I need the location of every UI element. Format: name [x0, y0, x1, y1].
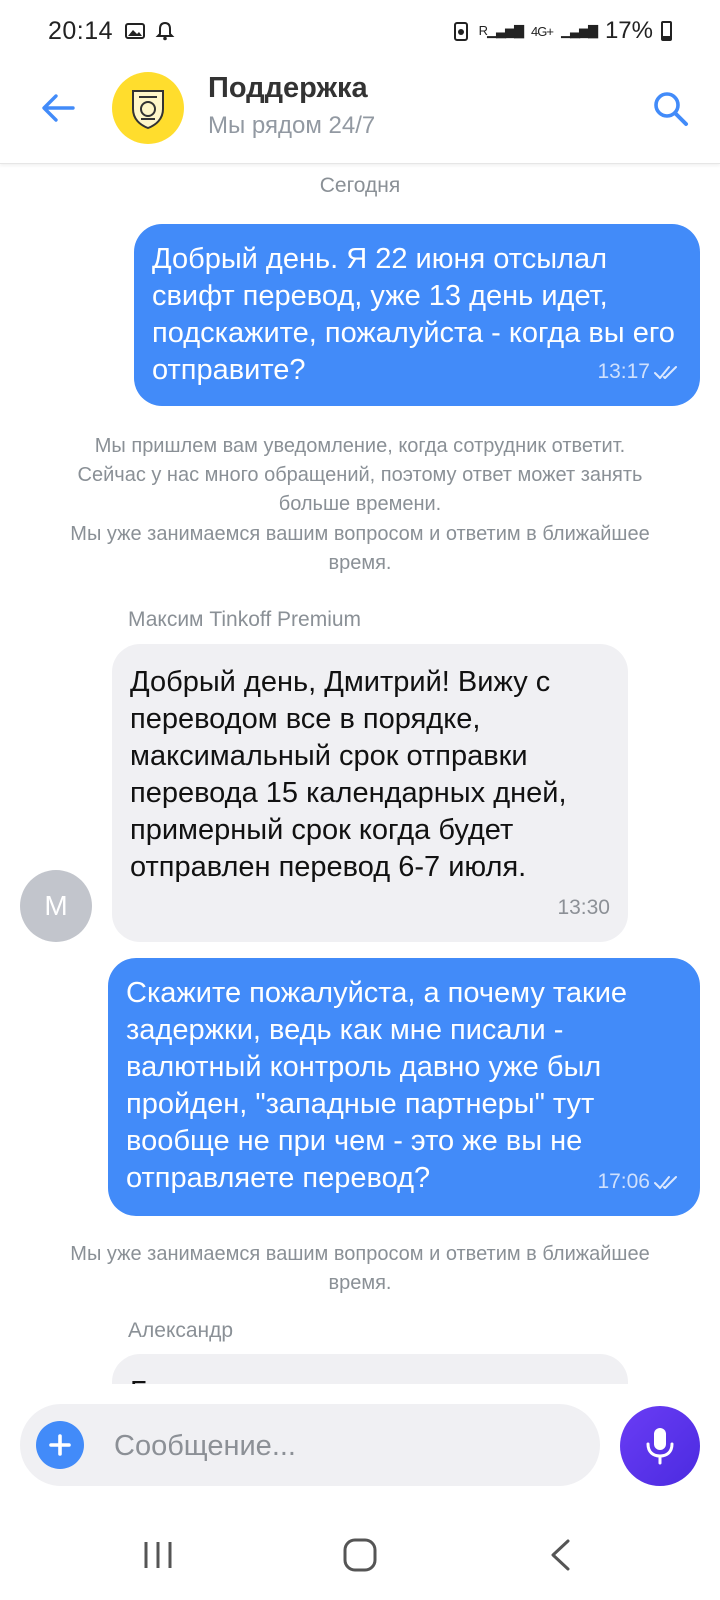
incoming-message[interactable]: Добрый день, Дмитрий! Вижу с переводом в… — [112, 644, 628, 942]
message-time: 13:30 — [557, 896, 610, 919]
message-composer — [20, 1404, 600, 1486]
bank-logo-icon — [132, 90, 164, 130]
outgoing-message[interactable]: Скажите пожалуйста, а почему такие задер… — [108, 958, 700, 1216]
day-separator: Сегодня — [319, 174, 401, 197]
message-time: 17:06 — [597, 1170, 650, 1193]
microphone-icon — [646, 1428, 674, 1465]
system-notice: Мы пришлем вам уведомление, когда сотруд… — [77, 435, 649, 515]
home-icon — [343, 1538, 377, 1572]
system-notice: Мы уже занимаемся вашим вопросом и ответ… — [70, 1243, 656, 1294]
back-icon — [551, 1539, 570, 1571]
support-avatar[interactable] — [112, 72, 184, 144]
battery-saver-icon — [453, 22, 468, 41]
chat-area[interactable]: Сегодня Добрый день. Я 22 июня отсылал с… — [0, 164, 720, 1384]
signal-icon: R▁▃▅▇ — [478, 23, 524, 38]
signal-icon-2: ▁▃▅▇ — [560, 23, 598, 38]
message-time: 13:17 — [597, 360, 650, 383]
attach-button[interactable] — [36, 1421, 84, 1469]
microphone-button[interactable] — [620, 1406, 700, 1486]
sender-name: Максим Tinkoff Premium — [128, 608, 362, 631]
back-nav-button[interactable] — [530, 1530, 590, 1580]
message-input[interactable] — [114, 1424, 574, 1468]
double-check-icon — [654, 365, 677, 379]
message-text: Добрый день, Дмитрий! Вижу с переводом в… — [130, 666, 575, 883]
back-button[interactable] — [34, 84, 82, 132]
arrow-left-icon — [42, 94, 75, 122]
battery-icon — [661, 21, 672, 41]
sender-name: Александр — [128, 1319, 234, 1342]
battery-level: 17% — [604, 17, 653, 44]
incoming-message[interactable]: Банк-корреспондент принимает — [112, 1354, 628, 1384]
recent-apps-icon — [144, 1542, 172, 1568]
message-text: Банк-корреспондент принимает — [130, 1374, 610, 1384]
search-icon — [654, 92, 688, 126]
4g-icon: 4G+ — [531, 23, 554, 39]
system-notice: Мы уже занимаемся вашим вопросом и ответ… — [70, 523, 656, 574]
outgoing-message[interactable]: Добрый день. Я 22 июня отсылал свифт пер… — [134, 224, 700, 406]
gallery-icon — [125, 23, 146, 39]
status-bar: 20:14 R▁▃▅▇ 4G+ ▁▃▅▇ 17% — [0, 0, 720, 62]
chat-header: Поддержка Мы рядом 24/7 — [0, 62, 720, 164]
recent-apps-button[interactable] — [128, 1530, 188, 1580]
home-button[interactable] — [330, 1530, 390, 1580]
search-button[interactable] — [648, 86, 694, 132]
page-subtitle: Мы рядом 24/7 — [208, 112, 376, 139]
double-check-icon — [654, 1175, 677, 1189]
notification-bell-icon — [155, 21, 175, 41]
page-title: Поддержка — [208, 72, 368, 104]
system-nav-bar — [0, 1510, 720, 1600]
status-time: 20:14 — [48, 16, 114, 45]
avatar[interactable]: М — [20, 870, 92, 942]
plus-icon — [49, 1434, 71, 1456]
